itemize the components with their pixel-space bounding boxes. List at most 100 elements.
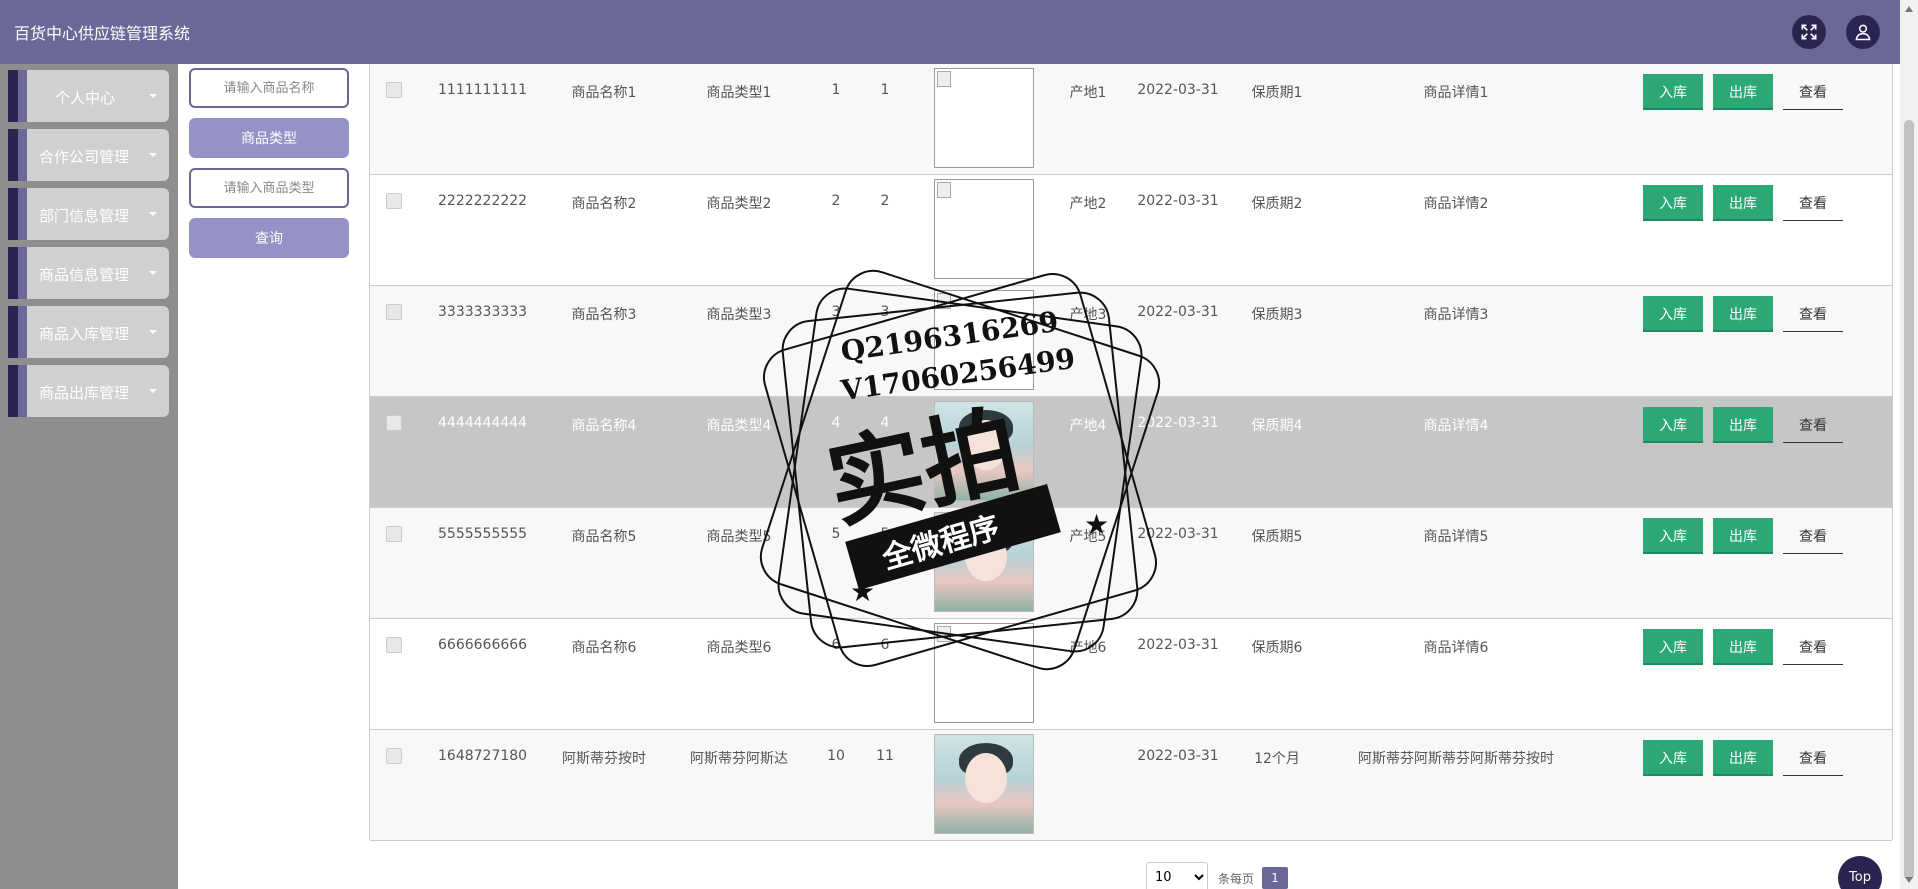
product-type: 商品类型5: [706, 529, 772, 545]
caret-down-icon: [149, 271, 157, 275]
product-qty-a: 6: [831, 637, 841, 653]
product-name-search-input[interactable]: [189, 68, 349, 108]
product-code: 2222222222: [438, 193, 528, 209]
row-checkbox[interactable]: [386, 304, 402, 320]
view-button[interactable]: 查看: [1783, 74, 1843, 110]
broken-image-icon: [937, 626, 951, 642]
stock-out-button[interactable]: 出库: [1713, 74, 1773, 110]
view-button[interactable]: 查看: [1783, 296, 1843, 332]
product-date: 2022-03-31: [1137, 526, 1219, 542]
stock-in-button[interactable]: 入库: [1643, 74, 1703, 110]
product-name: 商品名称6: [571, 640, 637, 656]
broken-image-icon: [937, 71, 951, 87]
stock-out-button[interactable]: 出库: [1713, 740, 1773, 776]
product-qty-a: 1: [831, 82, 841, 98]
stock-in-button[interactable]: 入库: [1643, 629, 1703, 665]
product-name: 阿斯蒂芬按时: [562, 751, 646, 767]
user-button[interactable]: [1846, 15, 1880, 49]
stock-in-button[interactable]: 入库: [1643, 518, 1703, 554]
view-button[interactable]: 查看: [1783, 185, 1843, 221]
product-qty-b: 3: [880, 304, 890, 320]
table-row: 2222222222 商品名称2 商品类型2 2 2 产地2 2022-03-3…: [370, 175, 1892, 286]
user-icon: [1855, 24, 1871, 41]
sidebar-item-personal-center[interactable]: 个人中心: [8, 70, 169, 122]
product-name: 商品名称3: [571, 307, 637, 323]
stock-out-button[interactable]: 出库: [1713, 296, 1773, 332]
fullscreen-button[interactable]: [1792, 15, 1826, 49]
product-type: 商品类型6: [706, 640, 772, 656]
table-row: 4444444444 商品名称4 商品类型4 4 4 产地4 2022-03-3…: [370, 397, 1892, 508]
stock-in-button[interactable]: 入库: [1643, 407, 1703, 443]
sidebar-item-label: 部门信息管理: [39, 207, 130, 225]
stock-in-button[interactable]: 入库: [1643, 296, 1703, 332]
row-checkbox[interactable]: [386, 415, 402, 431]
product-type-button[interactable]: 商品类型: [189, 118, 349, 158]
sidebar-stripe: [8, 129, 18, 181]
table-row: 1111111111 商品名称1 商品类型1 1 1 产地1 2022-03-3…: [370, 64, 1892, 175]
stock-out-button[interactable]: 出库: [1713, 518, 1773, 554]
row-checkbox[interactable]: [386, 193, 402, 209]
product-shelf-life: 保质期4: [1251, 418, 1303, 434]
product-qty-b: 2: [880, 193, 890, 209]
product-image: [934, 512, 1034, 612]
back-to-top-button[interactable]: Top: [1838, 856, 1882, 889]
stock-in-button[interactable]: 入库: [1643, 185, 1703, 221]
stock-out-button[interactable]: 出库: [1713, 185, 1773, 221]
table-row: 3333333333 商品名称3 商品类型3 3 3 产地3 2022-03-3…: [370, 286, 1892, 397]
sidebar: 个人中心 合作公司管理 部门信息管理 商品信息管理 商品入库管理 商品出库管理: [0, 64, 178, 889]
product-code: 6666666666: [438, 637, 528, 653]
sidebar-item-partner-company[interactable]: 合作公司管理: [8, 129, 169, 181]
product-table: 1111111111 商品名称1 商品类型1 1 1 产地1 2022-03-3…: [369, 64, 1893, 841]
product-detail: 商品详情4: [1423, 418, 1489, 434]
row-checkbox[interactable]: [386, 748, 402, 764]
page-number-1[interactable]: 1: [1262, 867, 1288, 889]
scrollbar-thumb[interactable]: [1904, 120, 1914, 880]
product-code: 5555555555: [438, 526, 528, 542]
product-type-search-input[interactable]: [189, 168, 349, 208]
product-detail: 商品详情3: [1423, 307, 1489, 323]
view-button[interactable]: 查看: [1783, 518, 1843, 554]
sidebar-item-stock-out[interactable]: 商品出库管理: [8, 365, 169, 417]
sidebar-item-body: 个人中心: [27, 70, 169, 122]
row-checkbox[interactable]: [386, 526, 402, 542]
stock-out-button[interactable]: 出库: [1713, 629, 1773, 665]
product-shelf-life: 保质期2: [1251, 196, 1303, 212]
row-checkbox[interactable]: [386, 637, 402, 653]
caret-down-icon: [149, 389, 157, 393]
product-image: [934, 623, 1034, 723]
sidebar-item-label: 商品出库管理: [39, 384, 130, 402]
sidebar-stripe: [8, 188, 18, 240]
view-button[interactable]: 查看: [1783, 740, 1843, 776]
row-checkbox[interactable]: [386, 82, 402, 98]
stock-out-button[interactable]: 出库: [1713, 407, 1773, 443]
product-name: 商品名称1: [571, 85, 637, 101]
product-date: 2022-03-31: [1137, 637, 1219, 653]
scroll-down-icon[interactable]: [1905, 877, 1913, 883]
sidebar-stripe: [18, 365, 27, 417]
product-detail: 商品详情2: [1423, 196, 1489, 212]
scroll-up-icon[interactable]: [1905, 6, 1913, 12]
stock-in-button[interactable]: 入库: [1643, 740, 1703, 776]
table-row: 6666666666 商品名称6 商品类型6 6 6 产地6 2022-03-3…: [370, 619, 1892, 730]
table-row: 5555555555 商品名称5 商品类型5 5 5 产地5 2022-03-3…: [370, 508, 1892, 619]
caret-down-icon: [149, 330, 157, 334]
query-button[interactable]: 查询: [189, 218, 349, 258]
sidebar-item-product-info[interactable]: 商品信息管理: [8, 247, 169, 299]
sidebar-item-stock-in[interactable]: 商品入库管理: [8, 306, 169, 358]
product-name: 商品名称4: [571, 418, 637, 434]
product-code: 3333333333: [438, 304, 528, 320]
product-type: 商品类型1: [706, 85, 772, 101]
page-size-label: 条每页: [1218, 872, 1255, 886]
product-origin: 产地1: [1069, 85, 1107, 101]
page-size-select[interactable]: 10: [1146, 862, 1208, 889]
app-title: 百货中心供应链管理系统: [14, 24, 191, 43]
product-qty-b: 4: [880, 415, 890, 431]
product-shelf-life: 保质期1: [1251, 85, 1303, 101]
sidebar-item-body: 部门信息管理: [27, 188, 169, 240]
product-image: [934, 401, 1034, 501]
view-button[interactable]: 查看: [1783, 407, 1843, 443]
view-button[interactable]: 查看: [1783, 629, 1843, 665]
sidebar-item-label: 合作公司管理: [39, 148, 130, 166]
sidebar-item-department[interactable]: 部门信息管理: [8, 188, 169, 240]
page-scrollbar[interactable]: [1900, 0, 1918, 889]
